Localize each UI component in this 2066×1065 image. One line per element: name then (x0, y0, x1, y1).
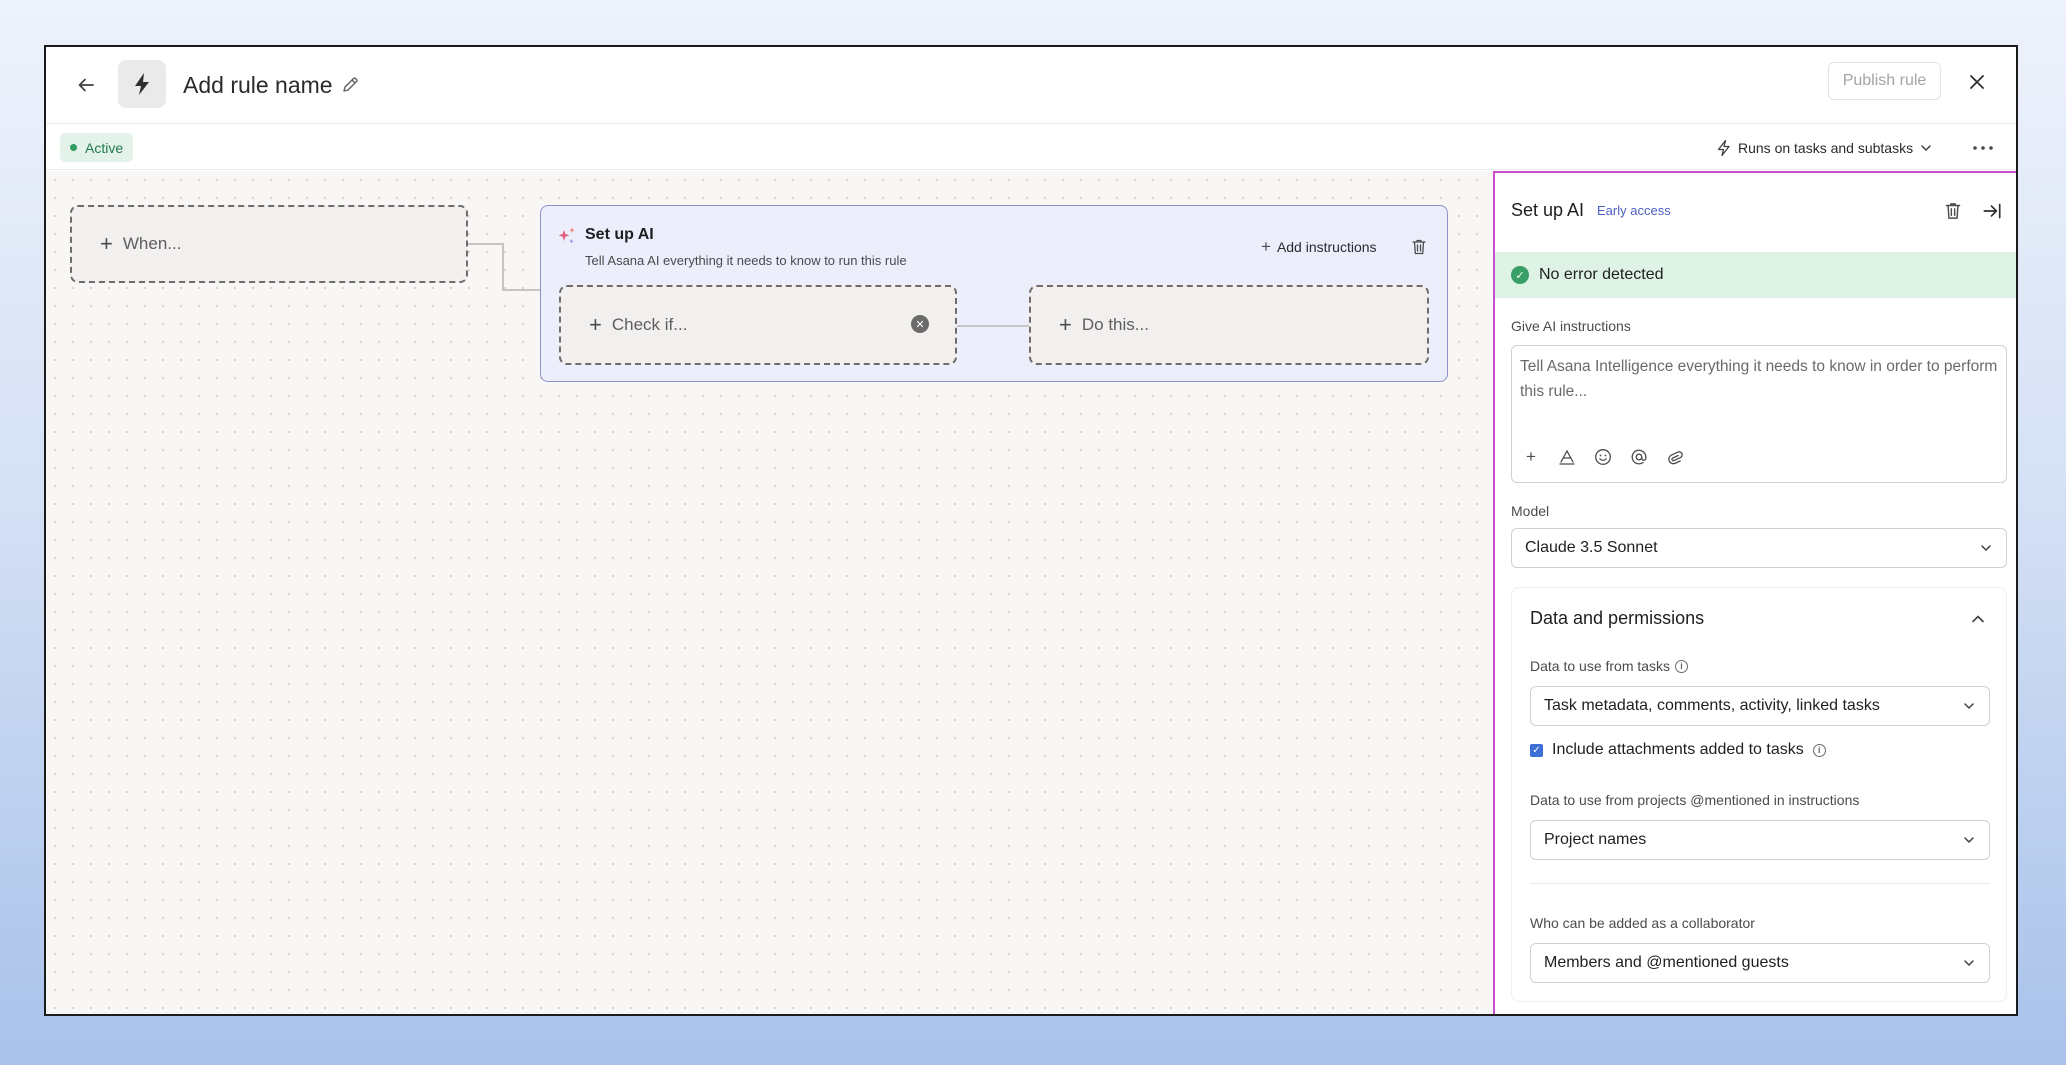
rule-status-bar: Active Runs on tasks and subtasks (46, 124, 2016, 170)
panel-title: Set up AI (1511, 200, 1585, 220)
arrow-left-icon (78, 78, 94, 92)
model-select-value: Claude 3.5 Sonnet (1525, 539, 1658, 556)
chevron-down-icon (1964, 703, 1974, 710)
chevron-down-icon (1981, 545, 1991, 552)
trash-icon[interactable] (1942, 200, 1964, 222)
attachment-icon[interactable] (1664, 446, 1686, 468)
ai-settings-panel: Set up AI Early access ✓ No error detect… (1493, 171, 2016, 1014)
clear-icon[interactable]: ✕ (911, 315, 929, 333)
trash-icon[interactable] (1409, 237, 1429, 257)
data-permissions-section: Data and permissions Data to use from ta… (1511, 587, 2007, 1002)
include-attachments-row[interactable]: ✓ Include attachments added to tasks i (1530, 741, 1826, 759)
ai-step-title: Set up AI (585, 226, 654, 243)
include-attachments-checkbox[interactable]: ✓ (1530, 743, 1543, 757)
info-icon[interactable]: i (1675, 659, 1689, 673)
header: Add rule name Publish rule (46, 47, 2016, 124)
instructions-label: Give AI instructions (1511, 318, 1631, 334)
validation-status-text: No error detected (1539, 266, 1664, 283)
info-icon[interactable]: i (1812, 743, 1826, 757)
chevron-up-icon[interactable] (1969, 610, 1987, 628)
collaborator-select-value: Members and @mentioned guests (1544, 954, 1789, 971)
close-button[interactable] (1960, 65, 1994, 99)
chevron-down-icon (1964, 960, 1974, 967)
edit-rule-name-button[interactable] (336, 71, 364, 99)
plus-icon: + (100, 231, 113, 256)
early-access-badge: Early access (1597, 203, 1671, 218)
back-button[interactable] (68, 67, 104, 103)
plus-icon: + (1059, 312, 1072, 337)
plus-icon: + (589, 312, 602, 337)
chevron-down-icon (1964, 837, 1974, 844)
rule-canvas[interactable]: + When... Set up AI Tell Asana AI everyt… (46, 171, 1493, 1014)
lightning-outline-icon (1717, 139, 1730, 157)
pencil-icon (343, 77, 358, 92)
add-icon[interactable]: + (1520, 446, 1542, 468)
status-dot (70, 144, 77, 151)
project-data-label: Data to use from projects @mentioned in … (1530, 792, 1860, 808)
data-permissions-title: Data and permissions (1530, 608, 1705, 628)
publish-rule-button[interactable]: Publish rule (1828, 62, 1941, 100)
ai-step-subtitle: Tell Asana AI everything it needs to kno… (585, 253, 907, 268)
task-data-label-text: Data to use from tasks (1530, 658, 1671, 674)
mention-icon[interactable] (1628, 446, 1650, 468)
task-data-label: Data to use from tasks i (1530, 658, 1689, 674)
status-badge-label: Active (85, 139, 124, 156)
collapse-panel-icon[interactable] (1981, 200, 2003, 222)
emoji-icon[interactable] (1592, 446, 1614, 468)
instructions-toolbar: + (1520, 446, 1686, 468)
collaborator-label: Who can be added as a collaborator (1530, 915, 1755, 931)
add-instructions-label: Add instructions (1276, 238, 1377, 255)
project-data-select[interactable]: Project names (1530, 820, 1990, 860)
include-attachments-label: Include attachments added to tasks (1552, 741, 1804, 758)
instructions-editor[interactable]: Tell Asana Intelligence everything it ne… (1511, 345, 2007, 483)
divider (1530, 883, 1990, 884)
connector-line (468, 243, 504, 291)
check-if-label: Check if... (611, 315, 688, 334)
rule-name-title[interactable]: Add rule name (183, 67, 333, 103)
status-badge: Active (60, 133, 134, 162)
project-data-select-value: Project names (1544, 831, 1647, 848)
ellipsis-icon (1973, 146, 1993, 150)
close-icon (1970, 75, 1984, 89)
runs-on-label: Runs on tasks and subtasks (1738, 140, 1914, 156)
task-data-select[interactable]: Task metadata, comments, activity, linke… (1530, 686, 1990, 726)
check-circle-icon: ✓ (1511, 266, 1529, 284)
more-options-button[interactable] (1968, 134, 1998, 162)
model-select[interactable]: Claude 3.5 Sonnet (1511, 528, 2007, 568)
connector-line (504, 289, 542, 291)
task-data-select-value: Task metadata, comments, activity, linke… (1544, 697, 1880, 714)
model-label: Model (1511, 503, 1550, 519)
instructions-placeholder: Tell Asana Intelligence everything it ne… (1520, 358, 1998, 400)
ai-step-card[interactable]: Set up AI Tell Asana AI everything it ne… (540, 205, 1448, 382)
validation-status: ✓ No error detected (1495, 252, 2016, 298)
do-this-label: Do this... (1081, 315, 1149, 334)
check-if-slot[interactable]: + Check if... ✕ (559, 285, 957, 365)
add-instructions-button[interactable]: + Add instructions (1261, 238, 1377, 255)
rule-editor-window: Add rule name Publish rule Active Runs o… (44, 45, 2018, 1016)
runs-on-dropdown[interactable]: Runs on tasks and subtasks (1716, 134, 1933, 162)
when-trigger-slot[interactable]: + When... (70, 205, 468, 283)
chevron-down-icon (1921, 145, 1931, 152)
lightning-bolt-icon (135, 73, 149, 95)
collaborator-select[interactable]: Members and @mentioned guests (1530, 943, 1990, 983)
connector-line (957, 325, 1029, 327)
do-this-slot[interactable]: + Do this... (1029, 285, 1429, 365)
text-format-icon[interactable] (1556, 446, 1578, 468)
sparkle-icon (558, 227, 575, 244)
when-label: When... (122, 234, 182, 253)
rule-type-icon (118, 60, 166, 108)
plus-icon: + (1261, 237, 1271, 256)
